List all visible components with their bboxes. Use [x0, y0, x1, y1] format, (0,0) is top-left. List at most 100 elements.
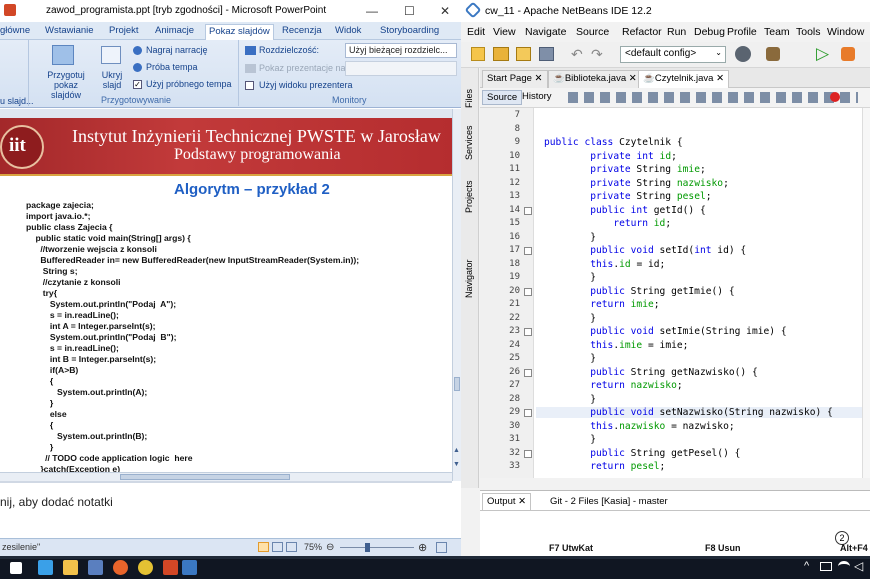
wifi-icon[interactable] [838, 561, 850, 572]
start-icon[interactable] [10, 562, 22, 574]
fold-toggle-icon[interactable] [524, 328, 532, 336]
netbeans-taskbar-icon[interactable] [182, 560, 197, 575]
menu-source[interactable]: Source [576, 26, 609, 38]
tab-czytelnik[interactable]: ☕Czytelnik.java ✕ [638, 70, 730, 88]
fit-to-window-icon[interactable] [436, 542, 447, 553]
scroll-down-icon[interactable]: ▼ [453, 461, 460, 468]
chrome-icon[interactable] [138, 560, 153, 575]
presenter-view-checkbox[interactable] [245, 81, 254, 90]
redo-icon[interactable]: ↷ [591, 46, 603, 63]
tab-insert[interactable]: Wstawianie [45, 24, 94, 40]
menu-team[interactable]: Team [764, 26, 790, 38]
side-tab-projects[interactable]: Projects [464, 180, 474, 213]
fold-toggle-icon[interactable] [524, 287, 532, 296]
close-tab-icon[interactable]: ✕ [518, 496, 526, 507]
source-tab[interactable]: Source [482, 90, 523, 105]
save-all-icon[interactable] [539, 47, 554, 61]
rehearse-timings-button[interactable]: Próba tempa [146, 62, 198, 72]
scroll-thumb[interactable] [454, 377, 460, 391]
debug-icon[interactable] [841, 47, 855, 61]
zoom-slider-thumb[interactable] [365, 543, 370, 552]
menu-view[interactable]: View [493, 26, 516, 38]
timer-icon [133, 63, 142, 72]
side-tab-files[interactable]: Files [464, 89, 474, 108]
slide-horizontal-scrollbar[interactable] [0, 472, 452, 481]
zoom-level[interactable]: 75% [304, 542, 322, 552]
tab-design[interactable]: Projekt [109, 24, 139, 40]
menu-run[interactable]: Run [667, 26, 686, 38]
fold-toggle-icon[interactable] [524, 449, 532, 458]
slide-vertical-scrollbar[interactable]: ▲ ▼ [452, 109, 461, 481]
zoom-slider[interactable] [340, 547, 414, 548]
tab-slide-show[interactable]: Pokaz slajdów [205, 24, 274, 40]
file-explorer-icon[interactable] [63, 560, 78, 575]
editor: Start Page ✕ ☕Biblioteka.java ✕ ☕Czyteln… [480, 68, 870, 478]
zoom-out-icon[interactable]: ⊖ [326, 542, 334, 553]
firefox-icon[interactable] [113, 560, 128, 575]
run-icon[interactable]: ▷ [816, 44, 829, 64]
tab-view[interactable]: Widok [335, 24, 361, 40]
record-macro-icon[interactable] [830, 92, 840, 102]
tab-biblioteka[interactable]: ☕Biblioteka.java ✕ [548, 70, 642, 88]
menu-debug[interactable]: Debug [694, 26, 725, 38]
fold-toggle-icon[interactable] [524, 206, 532, 215]
new-project-icon[interactable] [493, 47, 509, 61]
tab-animations[interactable]: Animacje [155, 24, 194, 40]
tab-review[interactable]: Recenzja [282, 24, 322, 40]
editor-scrollbar[interactable] [862, 108, 870, 478]
setup-show-icon[interactable] [52, 45, 74, 65]
volume-icon[interactable]: ◁ [854, 559, 863, 573]
source-code[interactable]: public class Czytelnik { private int id;… [536, 108, 870, 478]
menu-profile[interactable]: Profile [727, 26, 757, 38]
battery-icon[interactable] [820, 562, 832, 571]
close-tab-icon[interactable]: ✕ [716, 73, 724, 84]
notes-pane[interactable]: nij, aby dodać notatki [0, 481, 452, 537]
close-tab-icon[interactable]: ✕ [535, 73, 543, 84]
menu-window[interactable]: Window [827, 26, 864, 38]
edge-icon[interactable] [38, 560, 53, 575]
tab-home[interactable]: główne [0, 24, 30, 40]
record-narration-button[interactable]: Nagraj narrację [146, 45, 208, 55]
zoom-in-icon[interactable]: ⊕ [418, 541, 427, 554]
history-tab[interactable]: History [522, 91, 552, 102]
resolution-select[interactable]: Użyj bieżącej rozdzielc... [345, 43, 457, 58]
slide[interactable]: iit Instytut Inżynierii Technicznej PWST… [0, 118, 452, 474]
build-icon[interactable] [735, 46, 751, 62]
fold-toggle-icon[interactable] [524, 409, 532, 417]
hscroll-thumb[interactable] [120, 474, 290, 480]
close-icon[interactable]: ✕ [440, 4, 450, 18]
slideshow-view-icon[interactable] [286, 542, 297, 552]
menu-refactor[interactable]: Refactor [622, 26, 662, 38]
tab-start-page[interactable]: Start Page ✕ [482, 70, 548, 88]
app-icon[interactable] [88, 560, 103, 575]
side-tab-navigator[interactable]: Navigator [464, 259, 474, 298]
open-project-icon[interactable] [516, 47, 531, 61]
undo-icon[interactable]: ↶ [571, 46, 583, 63]
tab-git[interactable]: Git - 2 Files [Kasia] - master [550, 496, 668, 507]
fold-toggle-icon[interactable] [524, 368, 532, 377]
config-select[interactable]: <default config> ⌄ [620, 46, 726, 63]
hide-slide-icon[interactable] [101, 46, 121, 64]
use-timings-checkbox[interactable]: ✓ [133, 80, 142, 89]
sorter-view-icon[interactable] [272, 542, 283, 552]
menu-edit[interactable]: Edit [467, 26, 485, 38]
maximize-icon[interactable]: ☐ [404, 4, 415, 18]
fold-toggle-icon[interactable] [524, 247, 532, 255]
scroll-up-icon[interactable]: ▲ [453, 447, 460, 454]
clean-build-icon[interactable] [766, 47, 780, 61]
editor-toolbar-icons[interactable] [568, 92, 858, 103]
new-file-icon[interactable] [471, 47, 485, 61]
tray-chevron-icon[interactable]: ^ [804, 560, 809, 572]
minimize-icon[interactable]: — [366, 4, 378, 18]
setup-show-button[interactable]: Przygotuj pokaz slajdów [38, 70, 94, 100]
save-icon[interactable] [4, 4, 16, 16]
hide-slide-button[interactable]: Ukryj slajd [99, 70, 125, 90]
menu-tools[interactable]: Tools [796, 26, 821, 38]
close-tab-icon[interactable]: ✕ [629, 73, 637, 84]
powerpoint-taskbar-icon[interactable] [163, 560, 178, 575]
menu-navigate[interactable]: Navigate [525, 26, 566, 38]
side-tab-services[interactable]: Services [464, 125, 474, 160]
tab-output[interactable]: Output ✕ [482, 493, 532, 510]
normal-view-icon[interactable] [258, 542, 269, 552]
tab-storyboarding[interactable]: Storyboarding [380, 24, 439, 40]
